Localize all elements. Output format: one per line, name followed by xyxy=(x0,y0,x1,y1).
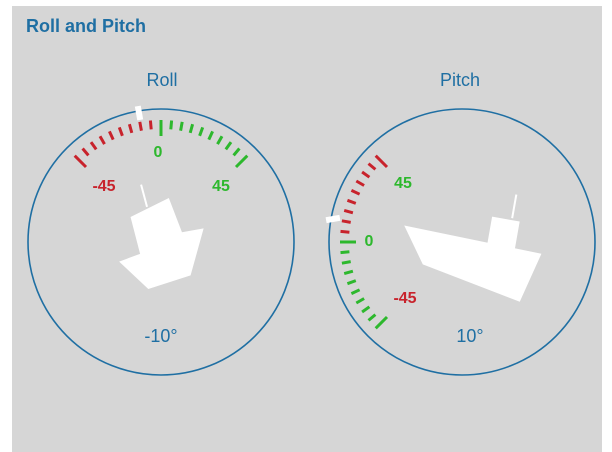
pitch-label-neg: -45 xyxy=(393,290,416,307)
tick-mark xyxy=(98,135,106,145)
tick-mark xyxy=(207,130,214,141)
tick-mark xyxy=(89,141,98,151)
tick-mark xyxy=(232,147,241,157)
tick-mark xyxy=(341,219,351,224)
pitch-indicator xyxy=(325,214,341,224)
roll-label-neg: -45 xyxy=(92,178,115,195)
roll-indicator xyxy=(134,105,144,121)
tick-mark xyxy=(216,135,224,145)
roll-boat-icon xyxy=(119,184,204,289)
tick-mark xyxy=(81,147,90,157)
pitch-scale xyxy=(340,154,389,330)
pitch-label-zero: 0 xyxy=(365,233,374,250)
tick-mark xyxy=(340,229,350,234)
tick-mark xyxy=(340,250,350,255)
tick-mark xyxy=(350,189,361,196)
roll-readout: -10° xyxy=(144,326,177,346)
tick-mark xyxy=(374,154,389,169)
tick-mark xyxy=(361,170,371,179)
tick-mark xyxy=(108,130,115,141)
tick-mark xyxy=(117,126,124,137)
tick-mark xyxy=(198,126,205,137)
tick-mark xyxy=(169,120,174,130)
tick-mark xyxy=(361,305,371,314)
tick-mark xyxy=(127,123,134,134)
pitch-label-pos: 45 xyxy=(394,175,412,192)
tick-mark xyxy=(374,315,389,330)
tick-mark xyxy=(148,120,153,130)
gauges-svg: -45 0 45 -10° 45 0 -45 10° xyxy=(27,105,596,376)
pitch-boat-icon xyxy=(404,194,542,302)
tick-mark xyxy=(188,123,195,134)
tick-mark xyxy=(224,141,233,151)
pitch-gauge: 45 0 -45 10° xyxy=(325,108,596,376)
tick-mark xyxy=(234,154,249,169)
tick-mark xyxy=(346,198,357,205)
roll-label-pos: 45 xyxy=(212,178,230,195)
tick-mark xyxy=(138,121,143,131)
tick-mark xyxy=(367,313,377,322)
roll-gauge: -45 0 45 -10° xyxy=(27,105,295,376)
tick-mark xyxy=(343,208,354,215)
tick-mark xyxy=(367,162,377,171)
tick-mark xyxy=(355,297,365,305)
tick-mark xyxy=(350,288,361,295)
tick-mark xyxy=(346,279,357,286)
tick-mark xyxy=(179,121,184,131)
tick-mark xyxy=(73,154,88,169)
tick-mark xyxy=(355,179,365,187)
tick-mark xyxy=(341,260,351,265)
roll-label-zero: 0 xyxy=(154,144,163,161)
tick-mark xyxy=(343,269,354,276)
pitch-readout: 10° xyxy=(456,326,483,346)
